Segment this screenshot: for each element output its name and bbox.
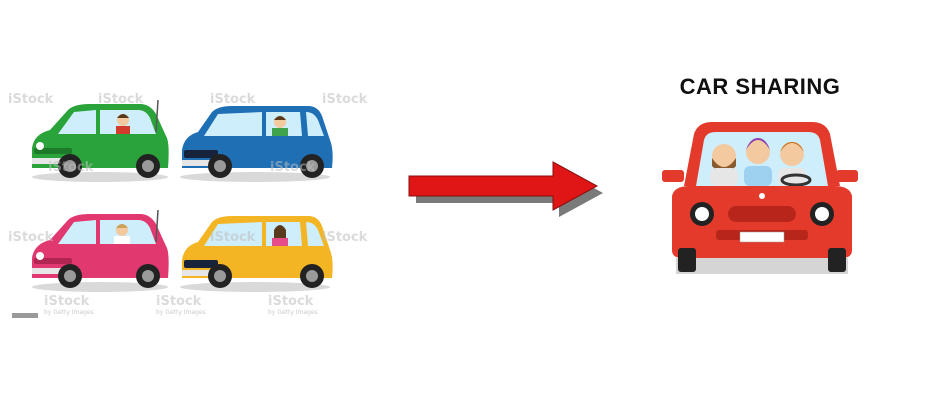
watermark-credit: by Getty Images [44,309,94,316]
blue-car [180,106,333,182]
car-sharing-title: CAR SHARING [679,74,841,99]
green-car [32,99,169,182]
shared-car [662,122,858,274]
pink-car [32,209,169,292]
yellow-car [180,216,333,292]
arrow-shape [408,161,603,217]
watermark-credit: by Getty Images [268,309,318,316]
watermark-credit: by Getty Images [156,309,206,316]
illustration-canvas [32,99,858,292]
stock-id-tag [12,313,38,318]
